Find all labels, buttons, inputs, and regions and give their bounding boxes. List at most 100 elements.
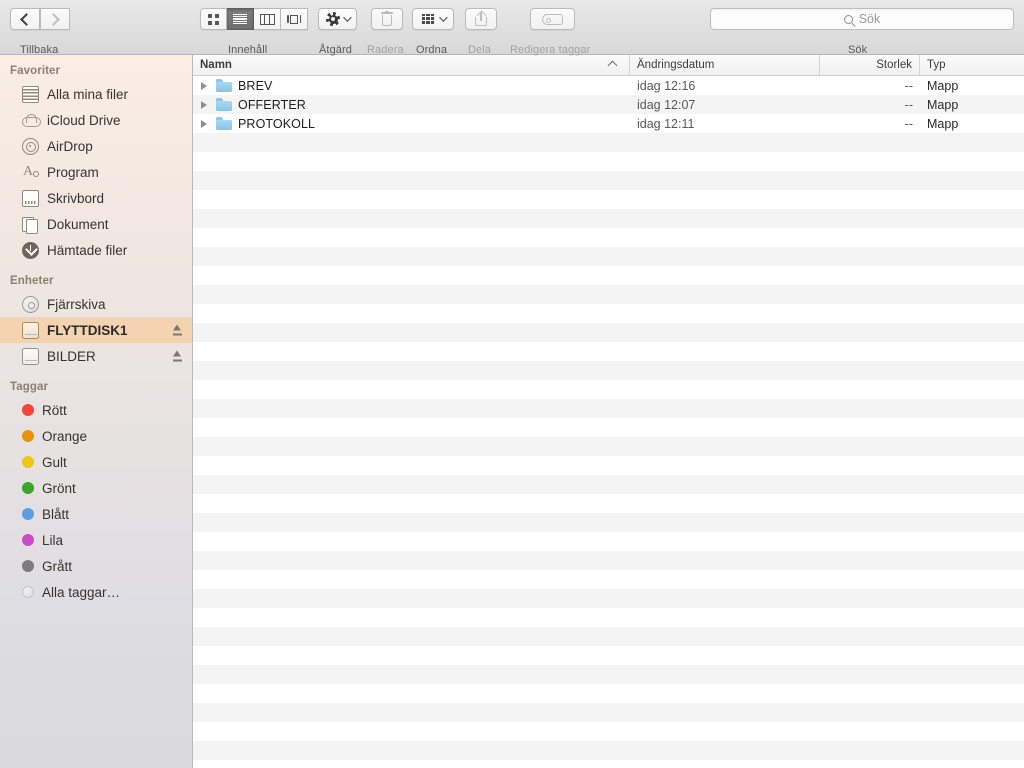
sidebar-section-header-enheter: Enheter	[10, 275, 54, 287]
sidebar-item-program[interactable]: Program	[0, 159, 192, 185]
eject-icon[interactable]	[173, 350, 182, 362]
sidebar-item-alla-taggar[interactable]: Alla taggar…	[0, 579, 192, 605]
column-header-andringsdatum[interactable]: Ändringsdatum	[630, 55, 820, 75]
sidebar-item-label: Hämtade filer	[47, 242, 128, 258]
disclosure-triangle-icon[interactable]	[201, 119, 207, 128]
empty-row[interactable]	[193, 684, 1024, 703]
chevron-down-icon	[438, 13, 448, 22]
empty-row[interactable]	[193, 266, 1024, 285]
empty-row[interactable]	[193, 475, 1024, 494]
view-mode-segmented-control: Innehåll	[200, 8, 308, 56]
sidebar-item-label: Gult	[42, 454, 67, 470]
table-row[interactable]: OFFERTER idag 12:07 -- Mapp	[193, 95, 1024, 114]
sidebar-item-flyttdisk1[interactable]: FLYTTDISK1	[0, 317, 192, 343]
sidebar-item-alla-mina-filer[interactable]: Alla mina filer	[0, 81, 192, 107]
empty-row[interactable]	[193, 513, 1024, 532]
empty-row[interactable]	[193, 608, 1024, 627]
finder-window: Tillbaka Innehåll Åtgärd Radera Ordna De…	[0, 0, 1024, 768]
empty-row[interactable]	[193, 589, 1024, 608]
empty-row[interactable]	[193, 703, 1024, 722]
share-button[interactable]	[465, 8, 497, 30]
search-icon	[843, 14, 853, 24]
cell-date: idag 12:07	[637, 97, 696, 112]
sidebar-item-label: Alla taggar…	[42, 584, 121, 600]
sidebar-item-tag-blatt[interactable]: Blått	[0, 501, 192, 527]
sidebar-item-icloud-drive[interactable]: iCloud Drive	[0, 107, 192, 133]
sidebar-item-label: Lila	[42, 532, 64, 548]
table-row[interactable]: BREV idag 12:16 -- Mapp	[193, 76, 1024, 95]
chevron-right-icon	[47, 12, 60, 26]
empty-row[interactable]	[193, 570, 1024, 589]
empty-row[interactable]	[193, 304, 1024, 323]
cell-date: idag 12:16	[637, 78, 696, 93]
empty-row[interactable]	[193, 418, 1024, 437]
column-view-button[interactable]	[254, 8, 281, 30]
arrange-button[interactable]	[412, 8, 454, 30]
edit-tags-button[interactable]	[530, 8, 575, 30]
cell-size: --	[904, 78, 913, 93]
sidebar-item-hamtade-filer[interactable]: Hämtade filer	[0, 237, 192, 263]
empty-row[interactable]	[193, 285, 1024, 304]
external-drive-icon	[22, 321, 39, 339]
empty-row[interactable]	[193, 627, 1024, 646]
icon-view-button[interactable]	[200, 8, 227, 30]
sidebar-section-header-favoriter: Favoriter	[10, 65, 61, 77]
empty-row[interactable]	[193, 437, 1024, 456]
empty-row[interactable]	[193, 209, 1024, 228]
sidebar-item-tag-rott[interactable]: Rött	[0, 397, 192, 423]
eject-icon[interactable]	[173, 324, 182, 336]
tag-dot-icon	[22, 404, 34, 416]
sidebar-section-header-taggar: Taggar	[10, 381, 49, 393]
search-input[interactable]: Sök	[710, 8, 1014, 30]
remote-disc-icon	[22, 295, 39, 313]
sidebar-item-airdrop[interactable]: AirDrop	[0, 133, 192, 159]
empty-row[interactable]	[193, 456, 1024, 475]
sidebar-item-tag-gront[interactable]: Grönt	[0, 475, 192, 501]
sidebar-item-skrivbord[interactable]: Skrivbord	[0, 185, 192, 211]
empty-row[interactable]	[193, 152, 1024, 171]
empty-row[interactable]	[193, 133, 1024, 152]
empty-row[interactable]	[193, 323, 1024, 342]
empty-row[interactable]	[193, 665, 1024, 684]
trash-icon	[381, 10, 393, 26]
column-header-storlek[interactable]: Storlek	[820, 55, 920, 75]
sidebar-item-tag-gult[interactable]: Gult	[0, 449, 192, 475]
action-button[interactable]	[318, 8, 357, 30]
cell-name: PROTOKOLL	[193, 117, 630, 131]
action-button-group: Åtgärd	[318, 8, 357, 56]
sidebar-item-tag-orange[interactable]: Orange	[0, 423, 192, 449]
coverflow-view-button[interactable]	[281, 8, 308, 30]
delete-button[interactable]	[371, 8, 403, 30]
sidebar-item-fjarrskiva[interactable]: Fjärrskiva	[0, 291, 192, 317]
documents-icon	[22, 216, 39, 234]
delete-button-group: Radera	[367, 8, 404, 56]
empty-row[interactable]	[193, 741, 1024, 760]
disclosure-triangle-icon[interactable]	[201, 100, 207, 109]
column-header-namn[interactable]: Namn	[193, 55, 630, 75]
empty-row[interactable]	[193, 494, 1024, 513]
empty-row[interactable]	[193, 551, 1024, 570]
empty-row[interactable]	[193, 361, 1024, 380]
sidebar-item-tag-lila[interactable]: Lila	[0, 527, 192, 553]
sidebar-item-tag-gratt[interactable]: Grått	[0, 553, 192, 579]
empty-row[interactable]	[193, 532, 1024, 551]
empty-row[interactable]	[193, 380, 1024, 399]
table-row[interactable]: PROTOKOLL idag 12:11 -- Mapp	[193, 114, 1024, 133]
sidebar-item-bilder[interactable]: BILDER	[0, 343, 192, 369]
columns-icon	[259, 13, 275, 25]
column-header-typ[interactable]: Typ	[920, 55, 1024, 75]
forward-button[interactable]	[40, 8, 70, 30]
empty-row[interactable]	[193, 646, 1024, 665]
empty-row[interactable]	[193, 190, 1024, 209]
back-button[interactable]	[10, 8, 40, 30]
list-view-button[interactable]	[227, 8, 254, 30]
empty-row[interactable]	[193, 228, 1024, 247]
chevron-down-icon	[343, 13, 352, 22]
sidebar-item-dokument[interactable]: Dokument	[0, 211, 192, 237]
empty-row[interactable]	[193, 342, 1024, 361]
empty-row[interactable]	[193, 722, 1024, 741]
empty-row[interactable]	[193, 399, 1024, 418]
empty-row[interactable]	[193, 247, 1024, 266]
disclosure-triangle-icon[interactable]	[201, 81, 207, 90]
empty-row[interactable]	[193, 171, 1024, 190]
